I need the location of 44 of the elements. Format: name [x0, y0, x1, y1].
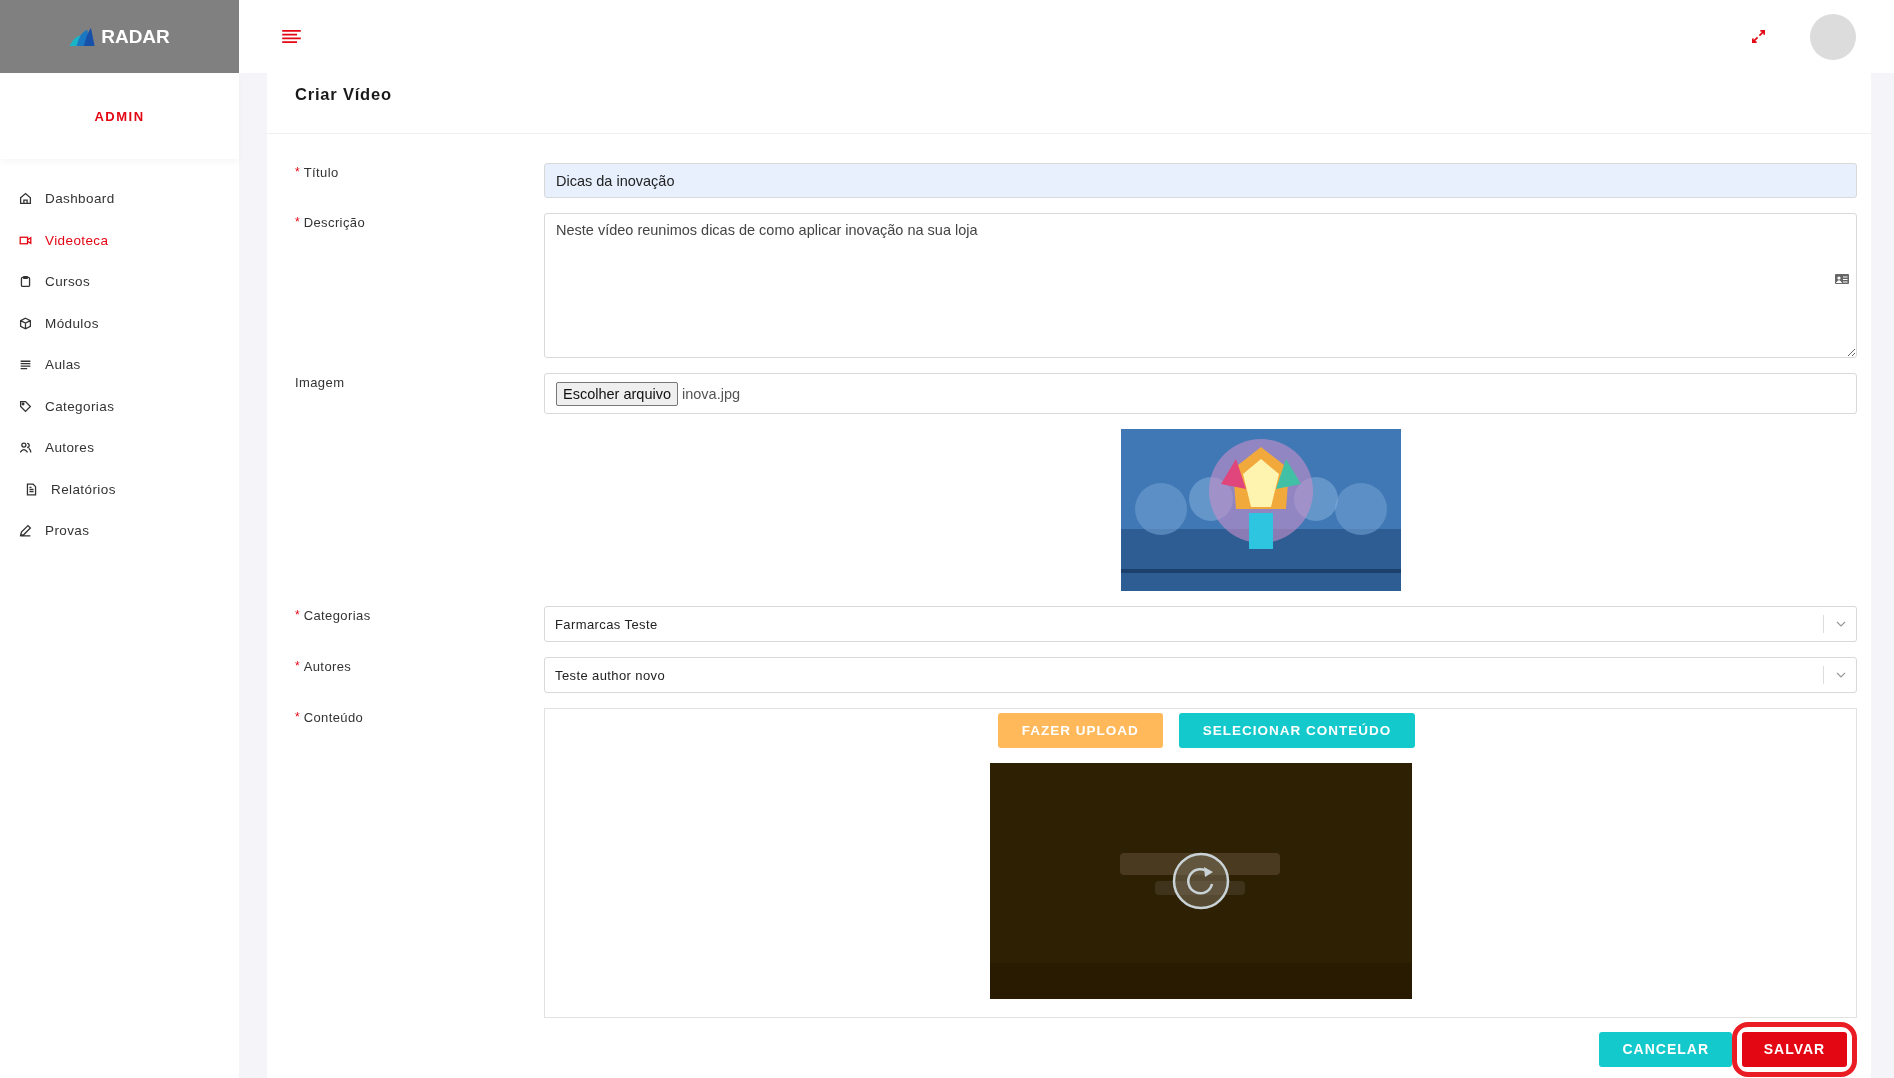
cube-icon	[19, 316, 32, 330]
field-label: Autores	[303, 659, 352, 674]
logo-icon	[69, 27, 96, 46]
fullscreen-icon[interactable]	[1751, 29, 1766, 44]
sidebar-item[interactable]: Provas	[0, 510, 239, 552]
sidebar-item[interactable]: Aulas	[0, 344, 239, 386]
required-marker: *	[295, 165, 300, 179]
chevron-down-icon	[1836, 672, 1846, 678]
field-label: Imagem	[295, 375, 345, 390]
field-label: Título	[303, 165, 339, 180]
pencil-icon	[19, 524, 32, 538]
tag-icon	[19, 399, 32, 413]
title-field[interactable]: Dicas da inovação	[544, 163, 1857, 198]
menu-icon[interactable]	[282, 30, 301, 43]
home-icon	[19, 192, 32, 206]
sidebar-item[interactable]: Cursos	[0, 261, 239, 303]
role-label: ADMIN	[94, 108, 145, 124]
action-button[interactable]: SALVAR	[1742, 1031, 1847, 1067]
sidebar-item[interactable]: Relatórios	[0, 468, 239, 510]
field-label: Descrição	[303, 215, 366, 230]
sidebar-item[interactable]: Dashboard	[0, 178, 239, 220]
field-label: Categorias	[303, 608, 371, 623]
replay-icon[interactable]	[1170, 851, 1231, 911]
select-field[interactable]: Farmarcas Teste	[544, 606, 1857, 642]
required-marker: *	[295, 608, 300, 622]
lines-icon	[19, 358, 32, 372]
required-marker: *	[295, 659, 300, 673]
required-marker: *	[295, 710, 300, 724]
chevron-down-icon	[1836, 621, 1846, 627]
contact-card-icon	[1835, 274, 1849, 284]
description-field[interactable]: Neste vídeo reunimos dicas de como aplicar inovação na sua loja	[544, 213, 1857, 358]
sidebar-item[interactable]: Autores	[0, 427, 239, 469]
users-icon	[19, 441, 32, 455]
sidebar-item[interactable]: Videoteca	[0, 219, 239, 261]
brand-name: RADAR	[101, 25, 170, 48]
document-icon	[25, 482, 38, 496]
clipboard-icon	[19, 275, 32, 289]
file-field[interactable]: Escolher arquivo inova.jpg	[544, 373, 1857, 414]
sidebar-item[interactable]: Módulos	[0, 302, 239, 344]
select-field[interactable]: Teste author novo	[544, 657, 1857, 693]
page-title: Criar Vídeo	[267, 73, 1871, 134]
field-label: Conteúdo	[303, 710, 364, 725]
required-marker: *	[295, 215, 300, 229]
sidebar-item[interactable]: Categorias	[0, 385, 239, 427]
